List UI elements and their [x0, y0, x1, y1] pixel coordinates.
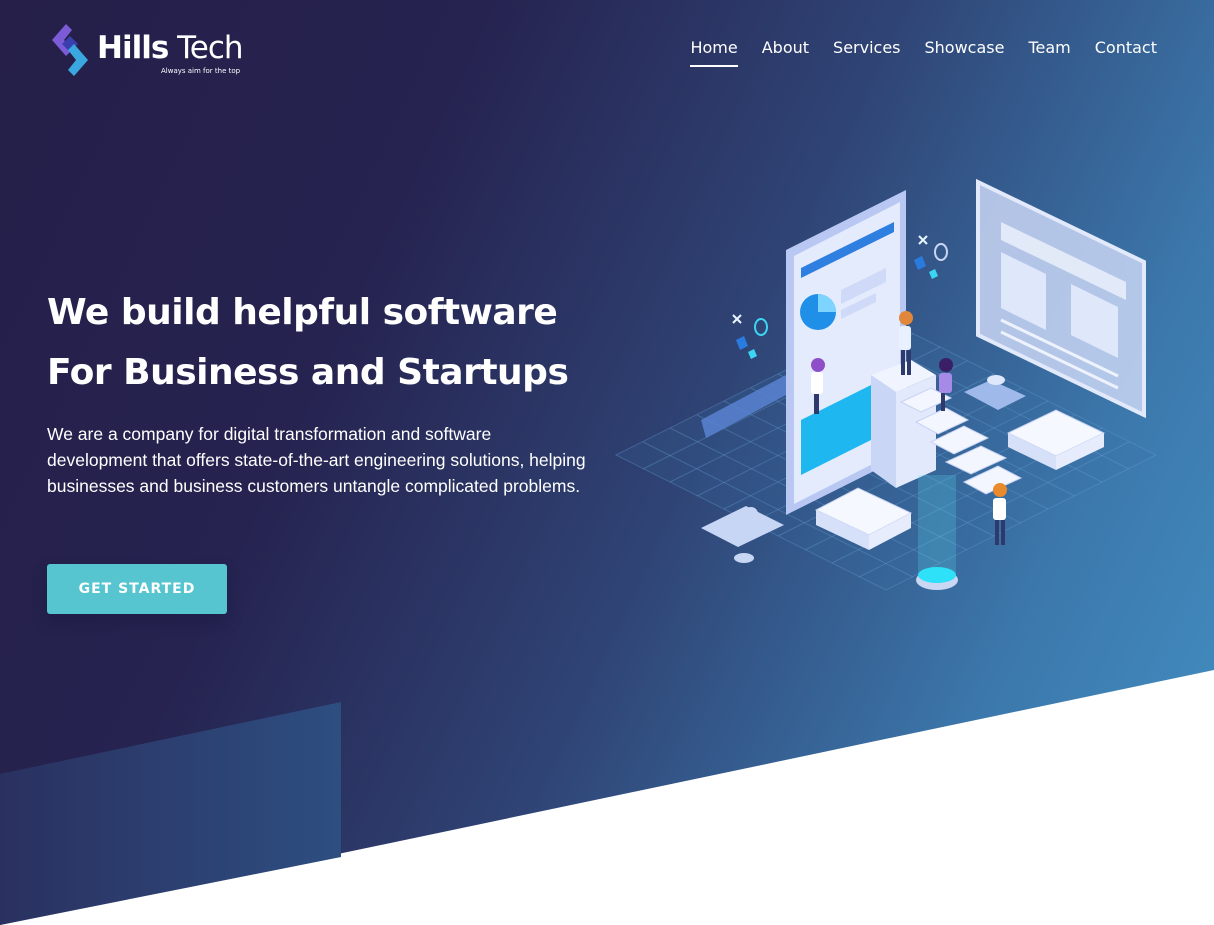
get-started-button[interactable]: GET STARTED	[47, 564, 227, 614]
hologram-portal-icon	[916, 475, 958, 590]
nav-services[interactable]: Services	[833, 38, 900, 67]
main-nav: Home About Services Showcase Team Contac…	[666, 38, 1157, 67]
nav-contact[interactable]: Contact	[1095, 38, 1157, 67]
nav-showcase[interactable]: Showcase	[925, 38, 1005, 67]
brand-logo-link[interactable]: Hills Tech Always aim for the top	[0, 0, 260, 90]
brand-name: Hills Tech	[97, 30, 244, 66]
chevron-logo-icon	[52, 24, 88, 76]
hero-headline: We build helpful software For Business a…	[47, 283, 569, 403]
hero-headline-line-2: For Business and Startups	[47, 352, 569, 393]
brand-tagline: Always aim for the top	[161, 67, 241, 75]
isometric-app-development-illustration	[614, 178, 1158, 591]
nav-about[interactable]: About	[762, 38, 809, 67]
hero-description: We are a company for digital transformat…	[47, 424, 586, 496]
hero-headline-line-1: We build helpful software	[47, 292, 558, 333]
nav-team[interactable]: Team	[1028, 38, 1070, 67]
nav-home[interactable]: Home	[690, 38, 738, 67]
